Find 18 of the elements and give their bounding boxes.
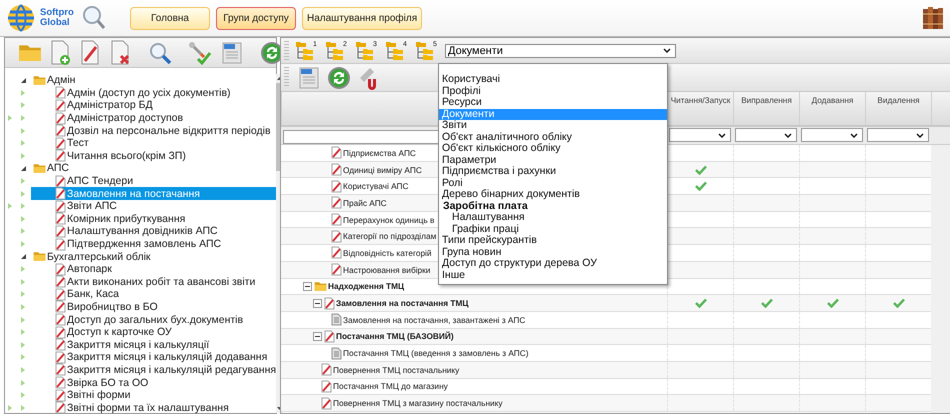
row-label: Надходження ТМЦ — [328, 281, 404, 292]
row-label: Настроювання вибірки — [343, 264, 430, 275]
row-label: Постачання ТМЦ (БАЗОВИЙ) — [336, 331, 454, 342]
row-label: Повернення ТМЦ з магазину постачальнику — [333, 398, 503, 408]
row-label: Користувачі АПС — [343, 181, 408, 192]
option-group-label: Заробітна плата — [442, 200, 529, 212]
row-label: Відповідність категорій — [343, 248, 432, 258]
row-label: Категорії по підрозділам — [343, 231, 436, 242]
row-label: Одиниці виміру АПС — [343, 164, 422, 175]
logo-text: Softpro Global — [40, 8, 75, 28]
row-label: Перерахунок одиниць в — [343, 214, 434, 225]
row-label: Підприємства АПС — [343, 148, 416, 158]
row-label: Замовлення на постачання, завантажені з АПС — [343, 314, 526, 325]
row-label: Замовлення на постачання ТМЦ — [336, 298, 468, 308]
row-label: Повернення ТМЦ постачальнику — [333, 364, 460, 375]
row-label: Постачання ТМЦ (введення з замовлень з АПС) — [343, 348, 529, 358]
row-label: Постачання ТМЦ до магазину — [333, 381, 448, 392]
row-label: Прайс АПС — [343, 198, 387, 208]
